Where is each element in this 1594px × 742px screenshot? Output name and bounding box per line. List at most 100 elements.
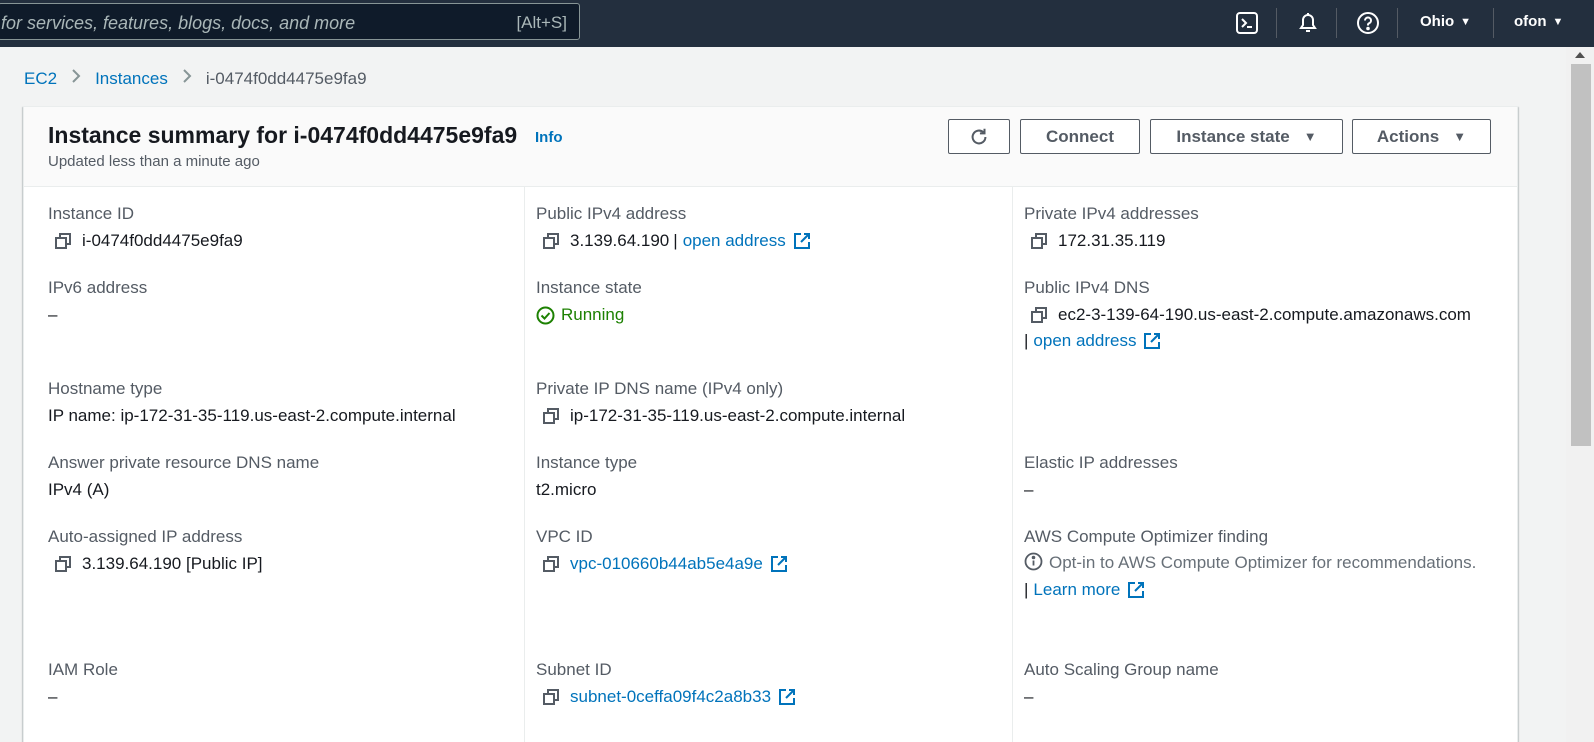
cloudshell-icon[interactable] (1234, 10, 1260, 36)
copy-icon[interactable] (542, 407, 560, 425)
status-ok-icon (536, 306, 555, 325)
instance-type-value: t2.micro (536, 480, 597, 499)
field-label: Instance type (536, 453, 638, 472)
iam-role-value: – (48, 687, 58, 706)
field-instance-id: Instance ID i-0474f0dd4475e9fa9 (48, 204, 243, 251)
field-label: Subnet ID (536, 660, 612, 679)
optimizer-value: Opt-in to AWS Compute Optimizer for reco… (1049, 553, 1477, 572)
subnet-id-link[interactable]: subnet-0ceffa09f4c2a8b33 (570, 687, 771, 707)
field-vpc-id: VPC ID vpc-010660b44ab5e4a9e (536, 527, 788, 574)
instance-state-label: Instance state (1176, 126, 1290, 146)
scrollbar-thumb[interactable] (1571, 64, 1591, 446)
external-link-icon[interactable] (1143, 332, 1161, 350)
field-label: Auto-assigned IP address (48, 527, 243, 546)
field-label: IAM Role (48, 660, 118, 679)
field-label: Public IPv4 address (536, 204, 687, 223)
field-label: Private IPv4 addresses (1024, 204, 1199, 223)
field-instance-type: Instance type t2.micro (536, 453, 637, 500)
field-label: Auto Scaling Group name (1024, 660, 1219, 679)
hostname-type-value: IP name: ip-172-31-35-119.us-east-2.comp… (48, 406, 456, 425)
divider (1336, 8, 1337, 38)
divider (1493, 8, 1494, 38)
caret-down-icon: ▼ (1303, 129, 1317, 144)
instance-summary-panel: Instance summary for i-0474f0dd4475e9fa9… (23, 106, 1518, 742)
info-link[interactable]: Info (535, 129, 563, 146)
instance-state-button[interactable]: Instance state ▼ (1150, 119, 1343, 154)
instance-id-value: i-0474f0dd4475e9fa9 (82, 231, 243, 250)
column-divider (1012, 187, 1013, 742)
field-ipv6-address: IPv6 address – (48, 278, 147, 325)
copy-icon[interactable] (1030, 232, 1048, 250)
region-selector[interactable]: Ohio ▼ (1420, 13, 1471, 30)
caret-down-icon: ▼ (1460, 16, 1472, 28)
connect-button[interactable]: Connect (1020, 119, 1140, 154)
separator: | (1024, 580, 1029, 599)
field-public-ipv4: Public IPv4 address 3.139.64.190 | open … (536, 204, 811, 251)
account-menu[interactable]: ofon ▼ (1514, 13, 1563, 30)
asg-name-value: – (1024, 687, 1034, 706)
instance-state-value: Running (561, 305, 625, 324)
refresh-icon (971, 128, 987, 144)
page-title: Instance summary for i-0474f0dd4475e9fa9 (48, 122, 518, 148)
copy-icon[interactable] (1030, 306, 1048, 324)
public-ipv4-value: 3.139.64.190 (570, 231, 670, 250)
private-dns-value: ip-172-31-35-119.us-east-2.compute.inter… (570, 406, 906, 425)
copy-icon[interactable] (54, 555, 72, 573)
column-divider (524, 187, 525, 742)
elastic-ip-value: – (1024, 480, 1034, 499)
info-circle-icon (1024, 552, 1043, 571)
actions-button[interactable]: Actions ▼ (1352, 119, 1491, 154)
help-icon[interactable] (1355, 10, 1381, 36)
copy-icon[interactable] (542, 688, 560, 706)
top-navigation-bar: for services, features, blogs, docs, and… (0, 0, 1594, 47)
field-hostname-type: Hostname type IP name: ip-172-31-35-119.… (48, 379, 456, 426)
field-label: Public IPv4 DNS (1024, 278, 1150, 297)
breadcrumb-ec2-link[interactable]: EC2 (24, 69, 57, 88)
breadcrumb: EC2 Instances i-0474f0dd4475e9fa9 (24, 67, 367, 89)
vpc-id-link[interactable]: vpc-010660b44ab5e4a9e (570, 554, 763, 574)
field-subnet-id: Subnet ID subnet-0ceffa09f4c2a8b33 (536, 660, 796, 707)
scroll-up-arrow-icon[interactable] (1575, 52, 1585, 58)
account-label: ofon (1514, 13, 1547, 30)
field-label: Hostname type (48, 379, 163, 398)
separator: | (1024, 331, 1029, 350)
external-link-icon[interactable] (778, 688, 796, 706)
chevron-right-icon (180, 67, 194, 85)
divider (1276, 8, 1277, 38)
refresh-button[interactable] (948, 119, 1010, 154)
field-label: Instance state (536, 278, 642, 297)
region-label: Ohio (1420, 13, 1455, 30)
copy-icon[interactable] (542, 555, 560, 573)
external-link-icon[interactable] (770, 555, 788, 573)
updated-status: Updated less than a minute ago (48, 153, 260, 170)
answer-dns-value: IPv4 (A) (48, 480, 110, 499)
field-iam-role: IAM Role – (48, 660, 118, 707)
search-input[interactable]: for services, features, blogs, docs, and… (0, 3, 580, 40)
field-label: IPv6 address (48, 278, 148, 297)
field-elastic-ip: Elastic IP addresses – (1024, 453, 1178, 500)
field-instance-state: Instance state Running (536, 278, 642, 325)
ipv6-value: – (48, 305, 58, 324)
caret-down-icon: ▼ (1453, 129, 1467, 144)
field-label: Elastic IP addresses (1024, 453, 1178, 472)
field-label: Instance ID (48, 204, 134, 223)
external-link-icon[interactable] (1127, 581, 1145, 599)
divider (1397, 8, 1398, 38)
copy-icon[interactable] (54, 232, 72, 250)
private-ipv4-value: 172.31.35.119 (1058, 231, 1166, 250)
panel-header: Instance summary for i-0474f0dd4475e9fa9… (24, 107, 1517, 187)
copy-icon[interactable] (542, 232, 560, 250)
field-label: VPC ID (536, 527, 593, 546)
breadcrumb-current: i-0474f0dd4475e9fa9 (205, 69, 367, 88)
field-label: Private IP DNS name (IPv4 only) (536, 379, 784, 398)
open-address-link[interactable]: open address (683, 231, 786, 251)
notifications-bell-icon[interactable] (1295, 10, 1321, 36)
learn-more-link[interactable]: Learn more (1033, 580, 1120, 600)
open-address-link[interactable]: open address (1033, 331, 1136, 351)
field-private-ipv4: Private IPv4 addresses 172.31.35.119 (1024, 204, 1199, 251)
field-auto-scaling-group: Auto Scaling Group name – (1024, 660, 1219, 707)
external-link-icon[interactable] (793, 232, 811, 250)
chevron-right-icon (69, 67, 83, 85)
field-label: Answer private resource DNS name (48, 453, 320, 472)
breadcrumb-instances-link[interactable]: Instances (95, 69, 168, 88)
